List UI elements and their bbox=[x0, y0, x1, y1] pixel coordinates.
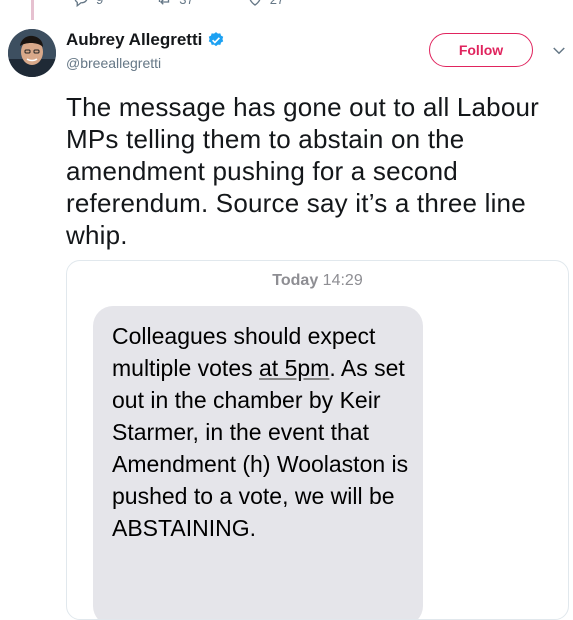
author-info[interactable]: Aubrey Allegretti @breeallegretti bbox=[66, 30, 225, 71]
reply-action[interactable]: 9 bbox=[72, 0, 103, 8]
thread-connector-line bbox=[31, 0, 34, 20]
avatar-portrait bbox=[8, 29, 56, 77]
verified-badge-icon bbox=[209, 32, 224, 47]
tweet-text: The message has gone out to all Labour M… bbox=[66, 92, 540, 250]
author-handle[interactable]: @breeallegretti bbox=[66, 55, 225, 71]
retweet-count: 37 bbox=[179, 0, 193, 7]
like-count: 27 bbox=[270, 0, 284, 7]
timestamp-day: Today bbox=[272, 272, 319, 289]
like-action[interactable]: 27 bbox=[246, 0, 284, 8]
reply-icon bbox=[74, 0, 88, 8]
timestamp-time: 14:29 bbox=[322, 272, 363, 289]
author-name[interactable]: Aubrey Allegretti bbox=[66, 30, 202, 50]
message-time-link: at 5pm bbox=[259, 355, 330, 381]
heart-icon bbox=[249, 0, 261, 6]
retweet-icon bbox=[159, 0, 170, 5]
message-timestamp: Today 14:29 bbox=[67, 272, 568, 290]
author-avatar[interactable] bbox=[8, 29, 56, 77]
attached-image[interactable]: Today 14:29 Colleagues should expect mul… bbox=[66, 260, 569, 620]
retweet-action[interactable]: 37 bbox=[155, 0, 194, 8]
message-text-end: . As set out in the chamber by Keir Star… bbox=[112, 355, 409, 541]
follow-button[interactable]: Follow bbox=[429, 33, 533, 67]
previous-tweet-actions: 9 37 27 bbox=[72, 0, 284, 8]
chevron-down-icon[interactable] bbox=[550, 42, 568, 60]
message-bubble: Colleagues should expect multiple votes … bbox=[93, 306, 423, 619]
reply-count: 9 bbox=[96, 0, 103, 7]
